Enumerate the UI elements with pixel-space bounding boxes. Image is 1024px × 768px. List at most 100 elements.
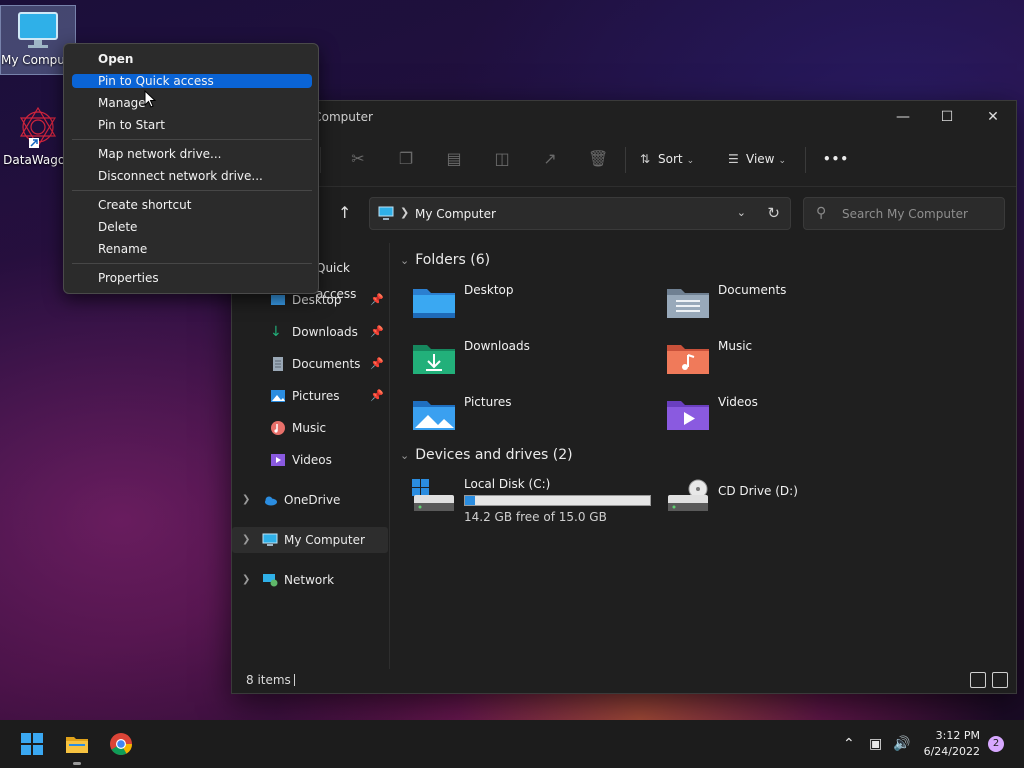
pictures-icon	[413, 401, 455, 430]
network-status-icon[interactable]: ▣	[869, 736, 882, 752]
nav-item-documents[interactable]: Documents 📌	[232, 351, 388, 377]
title-bar[interactable]: My Computer — ☐ ✕	[232, 101, 1016, 133]
nav-item-onedrive[interactable]: ❯ OneDrive	[232, 487, 388, 513]
mouse-cursor-icon	[144, 90, 157, 108]
nav-item-music[interactable]: Music	[232, 415, 388, 441]
music-icon	[667, 345, 709, 374]
drive-tile-c[interactable]: Local Disk (C:) 14.2 GB free of 15.0 GB	[412, 475, 662, 527]
drives-group-header[interactable]: ⌄ Devices and drives (2)	[400, 447, 573, 463]
chevron-right-icon: ❯	[242, 494, 251, 505]
folder-tile-music[interactable]: Music	[666, 337, 916, 389]
monitor-icon	[378, 206, 394, 220]
sort-label: Sort	[658, 152, 683, 166]
status-bar: 8 items	[232, 669, 1016, 693]
menu-item-manage[interactable]: Manage	[72, 96, 312, 110]
folder-name: Pictures	[464, 395, 512, 409]
navigation-pane: Quick access Desktop 📌 ↓ Downloads 📌 Doc…	[232, 243, 390, 671]
menu-item-pin-to-quick-access[interactable]: Pin to Quick access	[72, 74, 312, 88]
nav-label: OneDrive	[284, 493, 341, 507]
clock-date: 6/24/2022	[923, 745, 980, 758]
folder-tile-desktop[interactable]: Desktop	[412, 281, 662, 333]
network-icon	[263, 574, 278, 587]
up-arrow-icon[interactable]: ↑	[338, 203, 351, 222]
chevron-up-icon[interactable]: ⌃	[843, 736, 855, 752]
folder-tile-downloads[interactable]: Downloads	[412, 337, 662, 389]
more-options-button[interactable]: •••	[823, 149, 849, 169]
drive-tile-d[interactable]: CD Drive (D:)	[666, 475, 916, 527]
menu-item-delete[interactable]: Delete	[72, 220, 312, 234]
menu-item-open[interactable]: Open	[72, 52, 312, 66]
folders-group-header[interactable]: ⌄ Folders (6)	[400, 252, 490, 268]
delete-icon[interactable]: 🗑	[588, 149, 608, 169]
folder-tile-documents[interactable]: Documents	[666, 281, 916, 333]
pin-icon: 📌	[370, 293, 384, 306]
menu-item-disconnect-network-drive[interactable]: Disconnect network drive...	[72, 169, 312, 183]
cut-icon[interactable]: ✂	[348, 149, 368, 169]
running-indicator	[73, 762, 81, 765]
folder-name: Music	[718, 339, 753, 353]
sort-button[interactable]: ⇅ Sort ⌄	[640, 149, 694, 171]
view-button[interactable]: ☰ View ⌄	[728, 149, 786, 171]
chevron-down-icon: ⌄	[400, 254, 410, 267]
menu-item-pin-to-start[interactable]: Pin to Start	[72, 118, 312, 132]
start-windows-icon[interactable]	[20, 732, 44, 756]
chrome-icon[interactable]	[109, 732, 133, 756]
clock[interactable]: 3:12 PM 6/24/2022	[924, 728, 980, 760]
close-button[interactable]: ✕	[970, 101, 1016, 133]
tiles-view-icon[interactable]	[992, 672, 1008, 688]
drive-name: Local Disk (C:)	[464, 477, 551, 491]
items-count: 8 items	[246, 673, 291, 687]
view-label: View	[746, 152, 775, 166]
sort-icon: ⇅	[640, 152, 651, 166]
chevron-down-icon: ⌄	[400, 449, 410, 462]
pin-icon: 📌	[370, 325, 384, 338]
volume-icon[interactable]: 🔊	[893, 736, 910, 752]
nav-item-downloads[interactable]: ↓ Downloads 📌	[232, 319, 388, 345]
folder-tile-videos[interactable]: Videos	[666, 393, 916, 445]
documents-icon	[273, 357, 283, 371]
nav-item-videos[interactable]: Videos	[232, 447, 388, 473]
nav-item-network[interactable]: ❯ Network	[232, 567, 388, 593]
nav-label: Downloads	[292, 325, 358, 339]
folder-name: Videos	[718, 395, 758, 409]
menu-item-properties[interactable]: Properties	[72, 271, 312, 285]
hard-disk-icon	[412, 479, 454, 511]
chevron-right-icon: ❯	[400, 206, 410, 219]
address-path: My Computer	[415, 207, 496, 221]
cloud-icon	[265, 496, 277, 506]
rename-icon[interactable]: ◫	[492, 149, 512, 169]
drive-usage-fill	[465, 496, 475, 505]
search-box[interactable]: ⚲	[803, 197, 1005, 230]
folder-name: Downloads	[464, 339, 530, 353]
share-icon[interactable]: ↗	[540, 149, 560, 169]
download-icon	[413, 345, 455, 374]
status-divider	[294, 674, 295, 686]
address-bar[interactable]: ❯ My Computer ⌄ ↻	[369, 197, 791, 230]
videos-icon	[667, 401, 709, 430]
search-input[interactable]	[842, 205, 997, 223]
chevron-down-icon[interactable]: ⌄	[737, 206, 746, 219]
chevron-down-icon: ⌄	[686, 156, 695, 166]
menu-item-rename[interactable]: Rename	[72, 242, 312, 256]
nav-item-my-computer[interactable]: ❯ My Computer	[232, 527, 388, 553]
context-menu: Open Pin to Quick access Manage Pin to S…	[63, 43, 319, 294]
pictures-icon	[271, 390, 285, 402]
folder-tile-pictures[interactable]: Pictures	[412, 393, 662, 445]
file-explorer-icon[interactable]	[65, 732, 89, 756]
menu-item-map-network-drive[interactable]: Map network drive...	[72, 147, 312, 161]
notification-badge[interactable]: 2	[988, 736, 1004, 752]
datawagon-logo-icon	[19, 106, 57, 148]
maximize-button[interactable]: ☐	[924, 101, 970, 133]
address-row: ↑ ❯ My Computer ⌄ ↻ ⚲	[232, 187, 1016, 243]
minimize-button[interactable]: —	[880, 101, 926, 133]
nav-item-pictures[interactable]: Pictures 📌	[232, 383, 388, 409]
copy-icon[interactable]: ❐	[396, 149, 416, 169]
nav-label: Network	[284, 573, 335, 587]
content-pane: ⌄ Folders (6) Desktop Documents Downloads…	[392, 243, 1016, 671]
details-view-icon[interactable]	[970, 672, 986, 688]
refresh-icon[interactable]: ↻	[767, 204, 780, 222]
menu-item-create-shortcut[interactable]: Create shortcut	[72, 198, 312, 212]
menu-separator	[72, 263, 312, 264]
group-title: Folders (6)	[415, 252, 491, 268]
paste-icon[interactable]: ▤	[444, 149, 464, 169]
